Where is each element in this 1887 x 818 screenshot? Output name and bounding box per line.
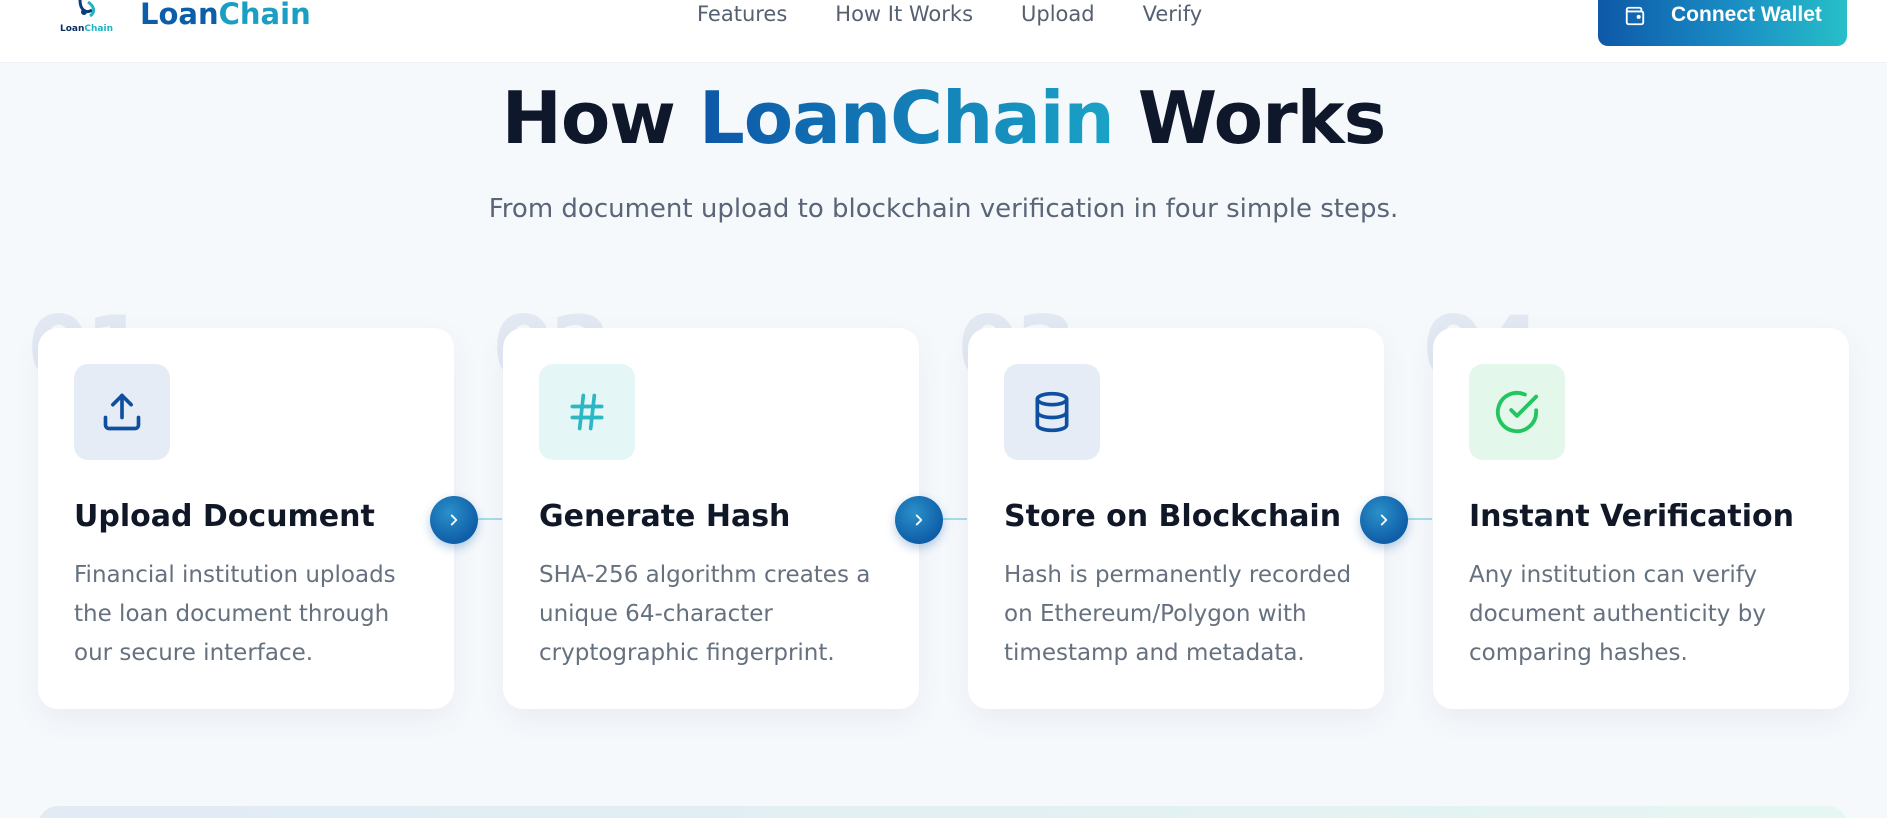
step-card-verification: Instant Verification Any institution can… [1433, 328, 1849, 709]
connect-wallet-label: Connect Wallet [1671, 3, 1822, 26]
step-title: Upload Document [74, 499, 375, 534]
top-navbar: LoanChain LoanChain Features How It Work… [0, 0, 1887, 63]
section-title: How LoanChain Works [0, 76, 1887, 160]
step-arrow [1360, 496, 1408, 544]
step-description: Financial institution uploads the loan d… [74, 562, 396, 666]
chevron-right-icon [1380, 514, 1388, 526]
nav-link-upload[interactable]: Upload [1021, 2, 1095, 30]
check-circle-icon [1495, 390, 1539, 434]
upload-icon [103, 393, 141, 431]
wallet-icon [1625, 6, 1645, 26]
step-arrow [895, 496, 943, 544]
step-description: Hash is permanently recorded on Ethereum… [1004, 562, 1352, 666]
step-title: Store on Blockchain [1004, 499, 1342, 534]
logo[interactable]: LoanChain [58, 0, 113, 38]
title-part-3: Works [1113, 76, 1387, 160]
database-icon [1035, 391, 1069, 433]
connect-wallet-button[interactable]: Connect Wallet [1598, 0, 1847, 46]
step-card-blockchain: Store on Blockchain Hash is permanently … [968, 328, 1384, 709]
step-card-hash: Generate Hash SHA-256 algorithm creates … [503, 328, 919, 709]
step-arrow [430, 496, 478, 544]
icon-tile [1004, 364, 1100, 460]
step-description: SHA-256 algorithm creates a unique 64-ch… [539, 562, 871, 666]
brand-name-part1: Loan [140, 0, 219, 31]
icon-tile [1469, 364, 1565, 460]
icon-tile [74, 364, 170, 460]
nav-link-features[interactable]: Features [697, 2, 787, 30]
hash-icon [570, 393, 604, 431]
main-nav: Features How It Works Upload Verify [697, 2, 1202, 30]
brand-name-part2: Chain [218, 0, 311, 31]
logo-text: LoanChain [60, 24, 113, 34]
title-part-brand: LoanChain [698, 76, 1115, 160]
section-subtitle: From document upload to blockchain verif… [488, 194, 1399, 224]
next-section-banner [38, 806, 1848, 818]
nav-link-verify[interactable]: Verify [1143, 2, 1203, 30]
brand-name[interactable]: LoanChain [140, 0, 311, 30]
icon-tile [539, 364, 635, 460]
step-card-upload: Upload Document Financial institution up… [38, 328, 454, 709]
step-description: Any institution can verify document auth… [1469, 562, 1766, 666]
chevron-right-icon [915, 514, 923, 526]
nav-link-how-it-works[interactable]: How It Works [835, 2, 973, 30]
title-part-1: How [501, 76, 699, 160]
step-title: Generate Hash [539, 499, 791, 534]
chevron-right-icon [450, 514, 458, 526]
step-title: Instant Verification [1469, 499, 1794, 534]
logo-icon [78, 0, 96, 18]
